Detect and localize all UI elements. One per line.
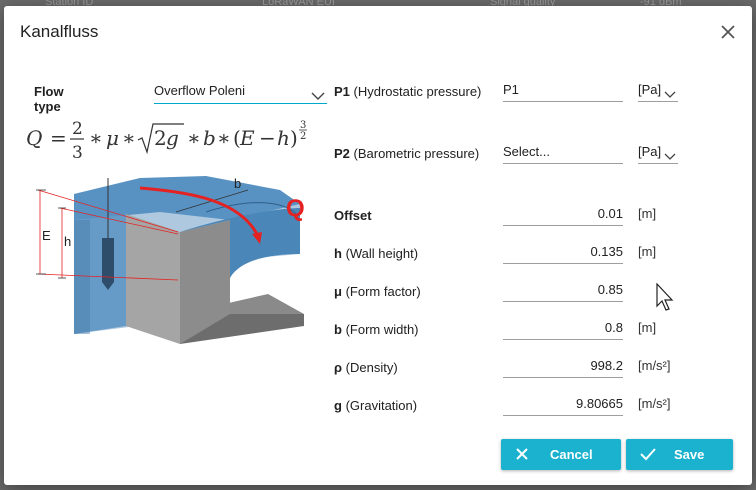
svg-text:2: 2: [72, 119, 83, 139]
svg-text:∗: ∗: [217, 126, 231, 150]
kanalfluss-dialog: Kanalfluss Flow type Overflow Poleni Q =…: [4, 6, 752, 485]
svg-text:3: 3: [300, 120, 306, 131]
weir-illustration: E h b Q: [30, 168, 310, 373]
p1-select[interactable]: P1: [503, 80, 623, 102]
label-q: Q: [286, 195, 305, 222]
cancel-label: Cancel: [550, 447, 593, 462]
form-width-label: b (Form width): [334, 322, 419, 337]
save-label: Save: [674, 447, 705, 462]
density-input[interactable]: 998.2: [503, 356, 623, 378]
form-factor-input[interactable]: 0.85: [503, 280, 623, 302]
chevron-down-icon: [664, 85, 676, 105]
form-width-unit: [m]: [638, 320, 657, 335]
label-b: b: [234, 176, 241, 191]
dialog-title: Kanalfluss: [20, 22, 99, 41]
close-icon: [516, 448, 528, 460]
check-icon: [640, 448, 656, 461]
label-e: E: [42, 228, 51, 243]
svg-text:): ): [290, 126, 298, 150]
save-button[interactable]: Save: [626, 439, 733, 470]
svg-text:2: 2: [300, 131, 306, 142]
chevron-down-icon: [311, 86, 325, 108]
mouse-pointer-icon: [656, 282, 676, 318]
p2-label: P2 (Barometric pressure): [334, 146, 480, 161]
svg-text:g: g: [166, 126, 179, 150]
cancel-button[interactable]: Cancel: [501, 439, 621, 470]
gravitation-input[interactable]: 9.80665: [503, 394, 623, 416]
p2-select[interactable]: Select...: [503, 142, 623, 164]
density-label: ρ (Density): [334, 360, 398, 375]
flow-type-value: Overflow Poleni: [154, 83, 246, 98]
poleni-formula: Q = 2 3 ∗ μ ∗ 2 g ∗ b ∗ ( E − h ) 3 2: [26, 114, 326, 169]
svg-text:∗: ∗: [122, 126, 136, 150]
svg-text:Q: Q: [26, 126, 42, 150]
svg-text:3: 3: [72, 143, 83, 163]
p1-unit-select[interactable]: [Pa]: [638, 80, 678, 102]
p2-unit-select[interactable]: [Pa]: [638, 142, 678, 164]
close-icon[interactable]: [718, 22, 738, 42]
svg-text:E: E: [239, 126, 255, 150]
svg-text:2: 2: [154, 126, 167, 150]
svg-text:∗: ∗: [89, 126, 103, 150]
density-unit: [m/s²]: [638, 358, 671, 373]
flow-type-select[interactable]: Overflow Poleni: [154, 80, 327, 104]
label-h: h: [64, 234, 71, 249]
svg-text:∗: ∗: [187, 126, 201, 150]
gravitation-unit: [m/s²]: [638, 396, 671, 411]
svg-text:−: −: [259, 126, 276, 150]
wall-height-unit: [m]: [638, 244, 657, 259]
form-width-input[interactable]: 0.8: [503, 318, 623, 340]
offset-input[interactable]: 0.01: [503, 204, 623, 226]
gravitation-label: g (Gravitation): [334, 398, 418, 413]
wall-height-label: h (Wall height): [334, 246, 419, 261]
svg-text:μ: μ: [106, 126, 119, 150]
form-factor-label: μ (Form factor): [334, 284, 421, 299]
svg-text:=: =: [50, 126, 67, 150]
p1-label: P1 (Hydrostatic pressure): [334, 84, 482, 99]
flow-type-label: Flow type: [34, 84, 64, 114]
chevron-down-icon: [664, 147, 676, 167]
offset-label: Offset: [334, 208, 372, 223]
svg-text:b: b: [203, 126, 216, 150]
offset-unit: [m]: [638, 206, 657, 221]
svg-text:h: h: [277, 126, 290, 150]
wall-height-input[interactable]: 0.135: [503, 242, 623, 264]
